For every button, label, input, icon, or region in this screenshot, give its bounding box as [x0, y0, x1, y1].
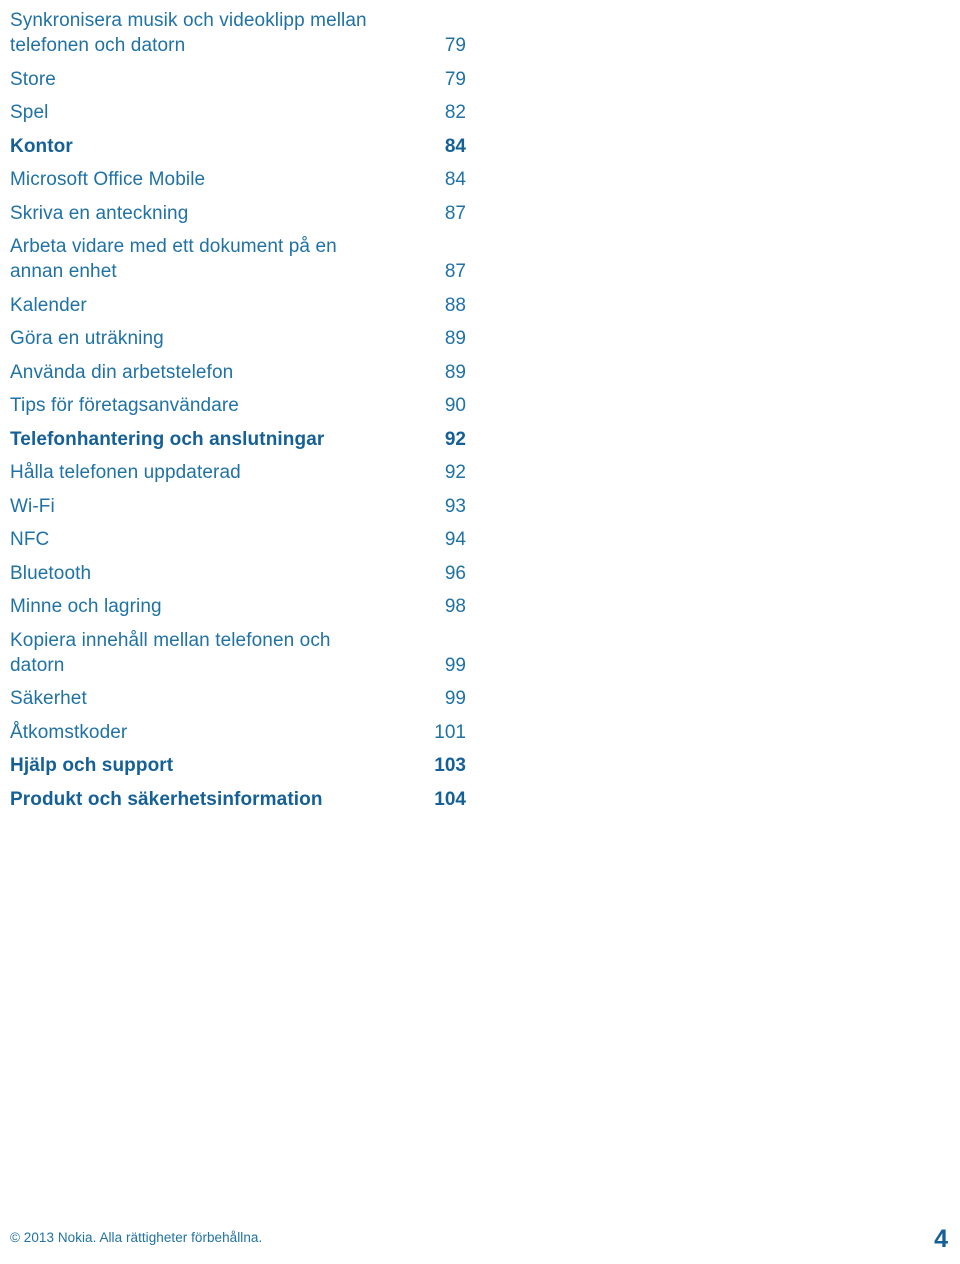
toc-entry-page: 84: [444, 169, 466, 190]
toc-entry-title: Microsoft Office Mobile: [10, 169, 206, 190]
toc-entry-title: Kalender: [10, 294, 87, 316]
toc-entry-page: 84: [444, 135, 466, 157]
toc-entry[interactable]: Åtkomstkoder 101: [10, 720, 466, 745]
toc-entry-title: Store: [10, 68, 56, 90]
toc-entry-page: 92: [444, 428, 466, 450]
toc-entry-title: Arbeta vidare med ett dokument på en ann…: [10, 236, 337, 282]
toc-entry[interactable]: Göra en uträkning 89: [10, 326, 466, 351]
toc-entry-title: NFC: [10, 529, 50, 550]
toc-entry[interactable]: Säkerhet 99: [10, 686, 466, 711]
toc-entry-title: Spel: [10, 102, 49, 123]
toc-entry[interactable]: Produkt och säkerhetsinformation 104: [10, 787, 466, 812]
toc-entry-page: 93: [444, 495, 466, 517]
toc-entry-page: 99: [444, 654, 466, 676]
toc-entry[interactable]: Bluetooth 96: [10, 561, 466, 586]
copyright-notice: © 2013 Nokia. Alla rättigheter förbehåll…: [10, 1230, 263, 1245]
toc-entry-title: Hålla telefonen uppdaterad: [10, 462, 241, 483]
toc-entry-page: 98: [444, 596, 466, 617]
toc-entry-title: Synkronisera musik och videoklipp mellan…: [10, 10, 367, 56]
toc-entry[interactable]: Store 79: [10, 67, 466, 92]
toc-entry[interactable]: Minne och lagring 98: [10, 594, 466, 619]
toc-entry-page: 99: [444, 688, 466, 709]
toc-entry-page: 79: [444, 68, 466, 90]
toc-entry-page: 103: [434, 755, 466, 776]
toc-entry-page: 94: [444, 529, 466, 550]
toc-entry[interactable]: Kopiera innehåll mellan telefonen och da…: [10, 628, 466, 678]
toc-entry[interactable]: Synkronisera musik och videoklipp mellan…: [10, 8, 466, 58]
toc-entry[interactable]: Kalender 88: [10, 293, 466, 318]
toc-entry[interactable]: Skriva en anteckning 87: [10, 201, 466, 226]
toc-entry-page: 89: [444, 328, 466, 349]
toc-entry-title: Säkerhet: [10, 688, 87, 709]
toc-entry-page: 96: [444, 562, 466, 584]
toc-page: { "colors": { "text_regular": "#2072a5",…: [0, 0, 960, 1264]
toc-entry-page: 90: [444, 395, 466, 416]
toc-entry-page: 104: [434, 788, 466, 810]
toc-entry-page: 87: [444, 261, 466, 282]
page-number: 4: [934, 1225, 948, 1253]
toc-entry[interactable]: Telefonhantering och anslutningar 92: [10, 427, 466, 452]
toc-entry[interactable]: Kontor 84: [10, 134, 466, 159]
toc-entry-page: 82: [444, 102, 466, 123]
toc-entry[interactable]: NFC 94: [10, 527, 466, 552]
toc-entry-title: Skriva en anteckning: [10, 202, 189, 224]
toc-entry-title: Åtkomstkoder: [10, 721, 128, 743]
toc-entry-title: Minne och lagring: [10, 596, 162, 617]
toc-entry-page: 92: [444, 462, 466, 483]
toc-entry-title: Tips för företagsanvändare: [10, 395, 239, 416]
toc-entry[interactable]: Wi-Fi 93: [10, 494, 466, 519]
toc-entry[interactable]: Spel 82: [10, 100, 466, 125]
toc-entry-page: 101: [434, 721, 466, 743]
toc-entry-title: Kontor: [10, 135, 73, 157]
toc-entry-page: 88: [444, 294, 466, 316]
toc-entry-title: Använda din arbetstelefon: [10, 361, 234, 383]
toc-entry[interactable]: Hjälp och support 103: [10, 753, 466, 778]
toc-entry-page: 79: [444, 35, 466, 56]
table-of-contents: Synkronisera musik och videoklipp mellan…: [10, 8, 466, 820]
toc-entry-title: Göra en uträkning: [10, 328, 164, 349]
toc-entry[interactable]: Hålla telefonen uppdaterad 92: [10, 460, 466, 485]
toc-entry-title: Hjälp och support: [10, 755, 174, 776]
toc-entry-title: Bluetooth: [10, 562, 92, 584]
toc-entry-title: Telefonhantering och anslutningar: [10, 428, 325, 450]
toc-entry-page: 87: [444, 202, 466, 224]
toc-entry-title: Kopiera innehåll mellan telefonen och da…: [10, 629, 331, 676]
toc-entry[interactable]: Arbeta vidare med ett dokument på en ann…: [10, 234, 466, 284]
toc-entry[interactable]: Tips för företagsanvändare 90: [10, 393, 466, 418]
toc-entry[interactable]: Microsoft Office Mobile 84: [10, 167, 466, 192]
toc-entry[interactable]: Använda din arbetstelefon 89: [10, 360, 466, 385]
toc-entry-title: Produkt och säkerhetsinformation: [10, 788, 323, 810]
toc-entry-title: Wi-Fi: [10, 495, 55, 517]
toc-entry-page: 89: [444, 361, 466, 383]
page-footer: © 2013 Nokia. Alla rättigheter förbehåll…: [0, 1204, 960, 1264]
